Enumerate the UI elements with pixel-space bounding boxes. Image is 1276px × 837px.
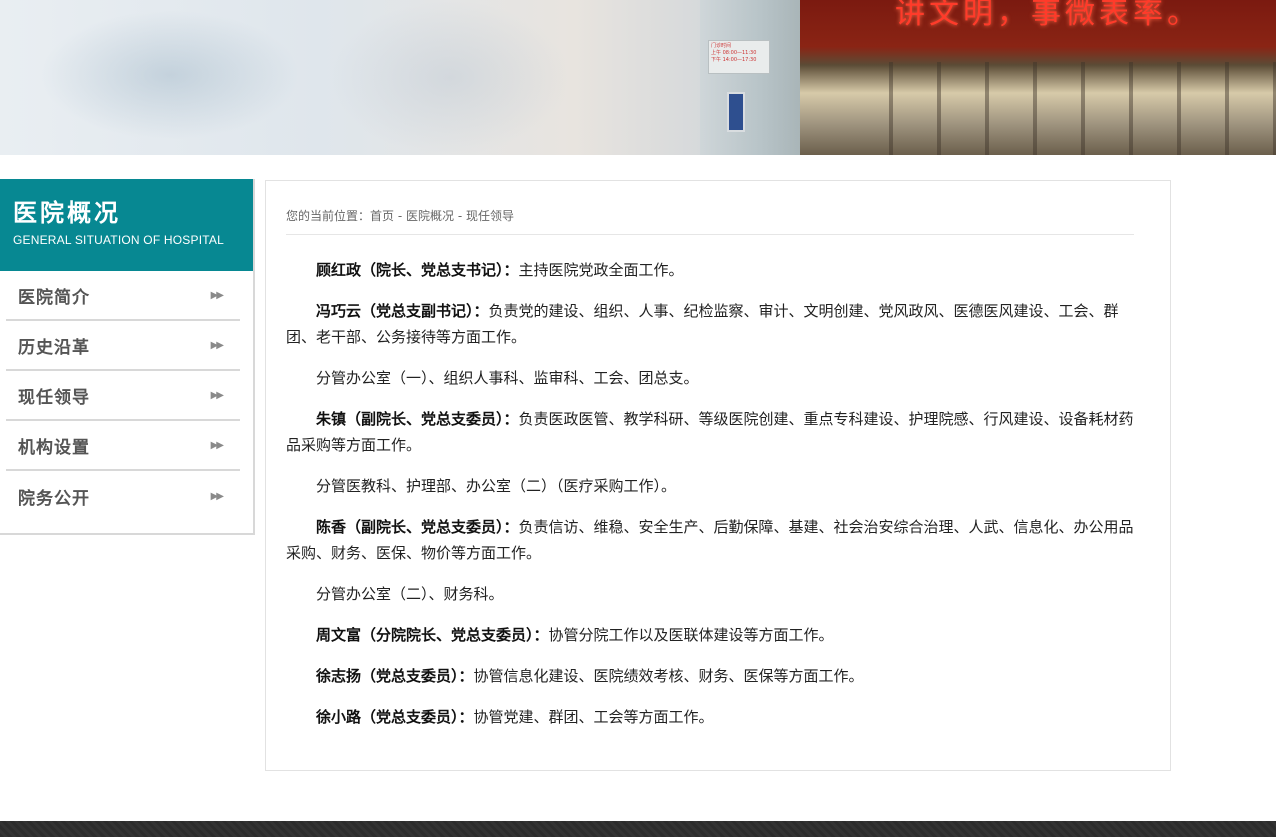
colon: ： <box>533 626 549 644</box>
sidebar-item-departments[interactable]: 机构设置 ▶▶ <box>6 421 240 471</box>
sidebar-item-label: 现任领导 <box>18 387 90 408</box>
leader-paragraph: 分管办公室（一）、组织人事科、监审科、工会、团总支。 <box>286 365 1136 391</box>
leader-paragraph: 分管办公室（二）、财务科。 <box>286 581 1136 607</box>
sidebar-item-intro[interactable]: 医院简介 ▶▶ <box>6 271 240 321</box>
leader-duties: 分管办公室（一）、组织人事科、监审科、工会、团总支。 <box>316 369 699 387</box>
breadcrumb-separator: - <box>394 209 406 223</box>
leader-name: 周文富（分院院长、党总支委员） <box>316 626 534 644</box>
breadcrumb: 您的当前位置：首页 - 医院概况 - 现任领导 <box>286 207 1134 235</box>
leader-duties: 协管信息化建设、医院绩效考核、财务、医保等方面工作。 <box>473 667 864 685</box>
leader-paragraph: 徐小路（党总支委员）：协管党建、群团、工会等方面工作。 <box>286 704 1136 730</box>
leader-paragraph: 顾红政（院长、党总支书记）：主持医院党政全面工作。 <box>286 257 1136 283</box>
banner-hours-sign: 门诊时间 上午 08:00—11:30 下午 14:00—17:30 <box>708 40 770 74</box>
sidebar-menu: 医院简介 ▶▶ 历史沿革 ▶▶ 现任领导 ▶▶ 机构设置 ▶▶ 院务公开 ▶▶ <box>0 271 253 521</box>
colon: ： <box>458 667 474 685</box>
banner-blue-sign <box>727 92 745 132</box>
sign-line: 门诊时间 <box>711 43 732 49</box>
colon: ： <box>503 518 519 536</box>
leader-duties: 分管医教科、护理部、办公室（二）（医疗采购工作）。 <box>316 477 677 495</box>
footer-bar <box>0 821 1276 837</box>
colon: ： <box>458 708 474 726</box>
breadcrumb-home-link[interactable]: 首页 <box>370 209 394 223</box>
sidebar-item-label: 医院简介 <box>18 287 90 308</box>
article-body: 顾红政（院长、党总支书记）：主持医院党政全面工作。 冯巧云（党总支副书记）：负责… <box>286 257 1136 730</box>
leader-duties: 主持医院党政全面工作。 <box>518 261 684 279</box>
leader-name: 徐小路（党总支委员） <box>316 708 459 726</box>
colon: ： <box>503 410 519 428</box>
sign-line: 下午 14:00—17:30 <box>711 57 757 63</box>
sidebar-item-affairs[interactable]: 院务公开 ▶▶ <box>6 471 240 521</box>
leader-duties: 协管分院工作以及医联体建设等方面工作。 <box>548 626 834 644</box>
double-chevron-right-icon: ▶▶ <box>210 389 224 401</box>
breadcrumb-separator: - <box>454 209 466 223</box>
banner-blur-center <box>330 0 570 155</box>
sidebar-item-label: 院务公开 <box>18 488 90 509</box>
sidebar-item-label: 历史沿革 <box>18 337 90 358</box>
banner-blur-left <box>40 10 300 140</box>
breadcrumb-current[interactable]: 现任领导 <box>466 209 514 223</box>
double-chevron-right-icon: ▶▶ <box>210 289 224 301</box>
colon: ： <box>503 261 519 279</box>
leader-paragraph: 朱镇（副院长、党总支委员）：负责医政医管、教学科研、等级医院创建、重点专科建设、… <box>286 406 1136 458</box>
breadcrumb-prefix: 您的当前位置： <box>286 209 371 223</box>
sidebar-header: 医院概况 GENERAL SITUATION OF HOSPITAL <box>0 179 253 271</box>
sign-line: 上午 08:00—11:30 <box>711 50 757 56</box>
double-chevron-right-icon: ▶▶ <box>210 439 224 451</box>
sidebar-item-history[interactable]: 历史沿革 ▶▶ <box>6 321 240 371</box>
breadcrumb-section-link[interactable]: 医院概况 <box>406 209 454 223</box>
double-chevron-right-icon: ▶▶ <box>210 339 224 351</box>
sidebar-item-label: 机构设置 <box>18 437 90 458</box>
banner-window-frame <box>845 62 1276 155</box>
leader-name: 冯巧云（党总支副书记） <box>316 302 474 320</box>
header-banner: 门诊时间 上午 08:00—11:30 下午 14:00—17:30 讲文明，事… <box>0 0 1276 155</box>
main-content: 您的当前位置：首页 - 医院概况 - 现任领导 顾红政（院长、党总支书记）：主持… <box>265 180 1171 771</box>
banner-led-text: 讲文明，事微表率。 <box>895 0 1201 31</box>
double-chevron-right-icon: ▶▶ <box>210 490 224 502</box>
leader-name: 徐志扬（党总支委员） <box>316 667 459 685</box>
leader-paragraph: 陈香（副院长、党总支委员）：负责信访、维稳、安全生产、后勤保障、基建、社会治安综… <box>286 514 1136 566</box>
leader-paragraph: 周文富（分院院长、党总支委员）：协管分院工作以及医联体建设等方面工作。 <box>286 622 1136 648</box>
leader-duties: 协管党建、群团、工会等方面工作。 <box>473 708 714 726</box>
leader-duties: 分管办公室（二）、财务科。 <box>316 585 504 603</box>
leader-paragraph: 分管医教科、护理部、办公室（二）（医疗采购工作）。 <box>286 473 1136 499</box>
sidebar-title: 医院概况 <box>13 199 121 227</box>
leader-paragraph: 冯巧云（党总支副书记）：负责党的建设、组织、人事、纪检监察、审计、文明创建、党风… <box>286 298 1136 350</box>
colon: ： <box>473 302 489 320</box>
sidebar-subtitle: GENERAL SITUATION OF HOSPITAL <box>13 233 224 247</box>
leader-name: 朱镇（副院长、党总支委员） <box>316 410 504 428</box>
leader-paragraph: 徐志扬（党总支委员）：协管信息化建设、医院绩效考核、财务、医保等方面工作。 <box>286 663 1136 689</box>
sidebar-item-leaders[interactable]: 现任领导 ▶▶ <box>6 371 240 421</box>
banner-wall <box>700 0 800 155</box>
leader-name: 陈香（副院长、党总支委员） <box>316 518 504 536</box>
leader-name: 顾红政（院长、党总支书记） <box>316 261 504 279</box>
sidebar: 医院概况 GENERAL SITUATION OF HOSPITAL 医院简介 … <box>0 179 255 535</box>
